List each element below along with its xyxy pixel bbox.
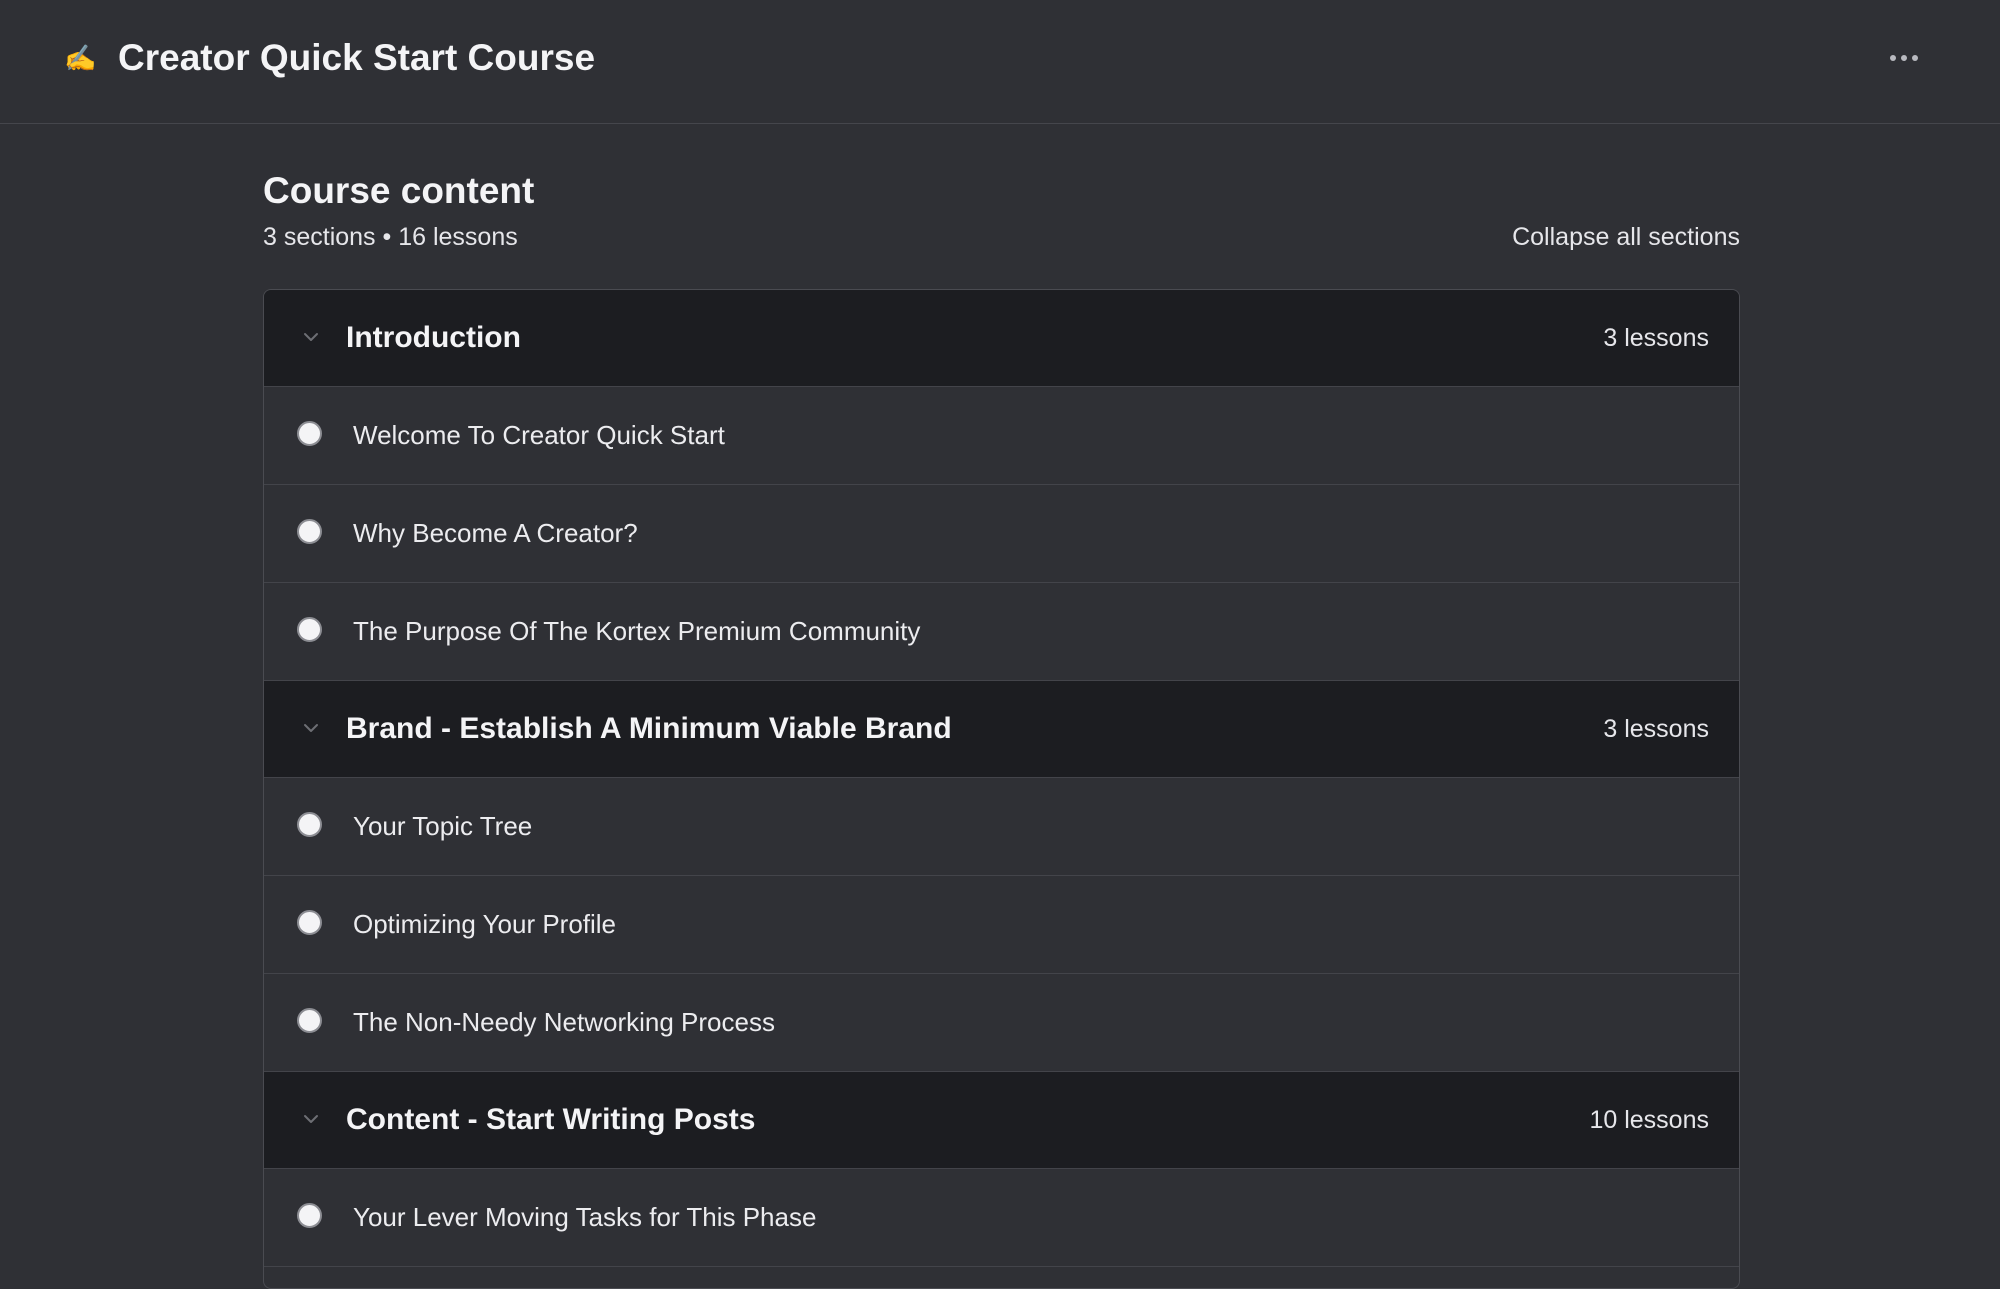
lesson-title: Why Become A Creator? [353,518,638,548]
section-lesson-count: 3 lessons [1603,715,1709,743]
section-title: Brand - Establish A Minimum Viable Brand [346,712,952,745]
lesson-item[interactable]: Your Lever Moving Tasks for This Phase [264,1169,1739,1267]
lesson-status-circle-icon [297,1203,322,1228]
chevron-down-icon [304,1115,318,1123]
writing-hand-icon: ✍️ [64,43,97,73]
more-dot [1890,55,1896,61]
course-content-heading: Course content [263,170,535,211]
more-dot [1912,55,1918,61]
top-bar: ✍️ Creator Quick Start Course [0,0,2000,124]
lesson-item[interactable]: Optimizing Your Profile [264,876,1739,974]
page-title: Creator Quick Start Course [118,37,596,78]
lesson-status-circle-icon [297,617,322,642]
more-options-button[interactable] [1884,42,1924,74]
section-lesson-count: 3 lessons [1603,324,1709,352]
lesson-title: The Non-Needy Networking Process [353,1007,775,1037]
section-header-brand[interactable]: Brand - Establish A Minimum Viable Brand… [264,681,1739,778]
lesson-item[interactable]: Why Become A Creator? [264,485,1739,583]
section-lesson-count: 10 lessons [1589,1106,1709,1134]
course-summary: 3 sections • 16 lessons [263,223,518,251]
chevron-down-icon [304,724,318,732]
section-header-content[interactable]: Content - Start Writing Posts 10 lessons [264,1072,1739,1169]
lesson-item[interactable]: Welcome To Creator Quick Start [264,387,1739,485]
lesson-status-circle-icon [297,519,322,544]
lesson-title: Your Topic Tree [353,811,533,841]
lesson-status-circle-icon [297,1008,322,1033]
section-title: Introduction [346,321,521,354]
lesson-item[interactable]: Your Topic Tree [264,778,1739,876]
lesson-title: Welcome To Creator Quick Start [353,420,725,450]
section-title: Content - Start Writing Posts [346,1103,756,1136]
more-dot [1901,55,1907,61]
lesson-title: Your Lever Moving Tasks for This Phase [353,1202,817,1232]
collapse-all-sections-button[interactable]: Collapse all sections [1512,218,1740,256]
lesson-item[interactable]: The Purpose Of The Kortex Premium Commun… [264,583,1739,681]
lesson-title: The Purpose Of The Kortex Premium Commun… [353,616,921,646]
lesson-status-circle-icon [297,910,322,935]
section-header-introduction[interactable]: Introduction 3 lessons [264,290,1739,387]
lesson-status-circle-icon [297,421,322,446]
chevron-down-icon [304,333,318,341]
lesson-status-circle-icon [297,812,322,837]
lesson-title: Optimizing Your Profile [353,909,617,939]
course-sections-panel: Introduction 3 lessons Welcome To Creato… [263,289,1740,1289]
lesson-item[interactable]: The Non-Needy Networking Process [264,974,1739,1072]
